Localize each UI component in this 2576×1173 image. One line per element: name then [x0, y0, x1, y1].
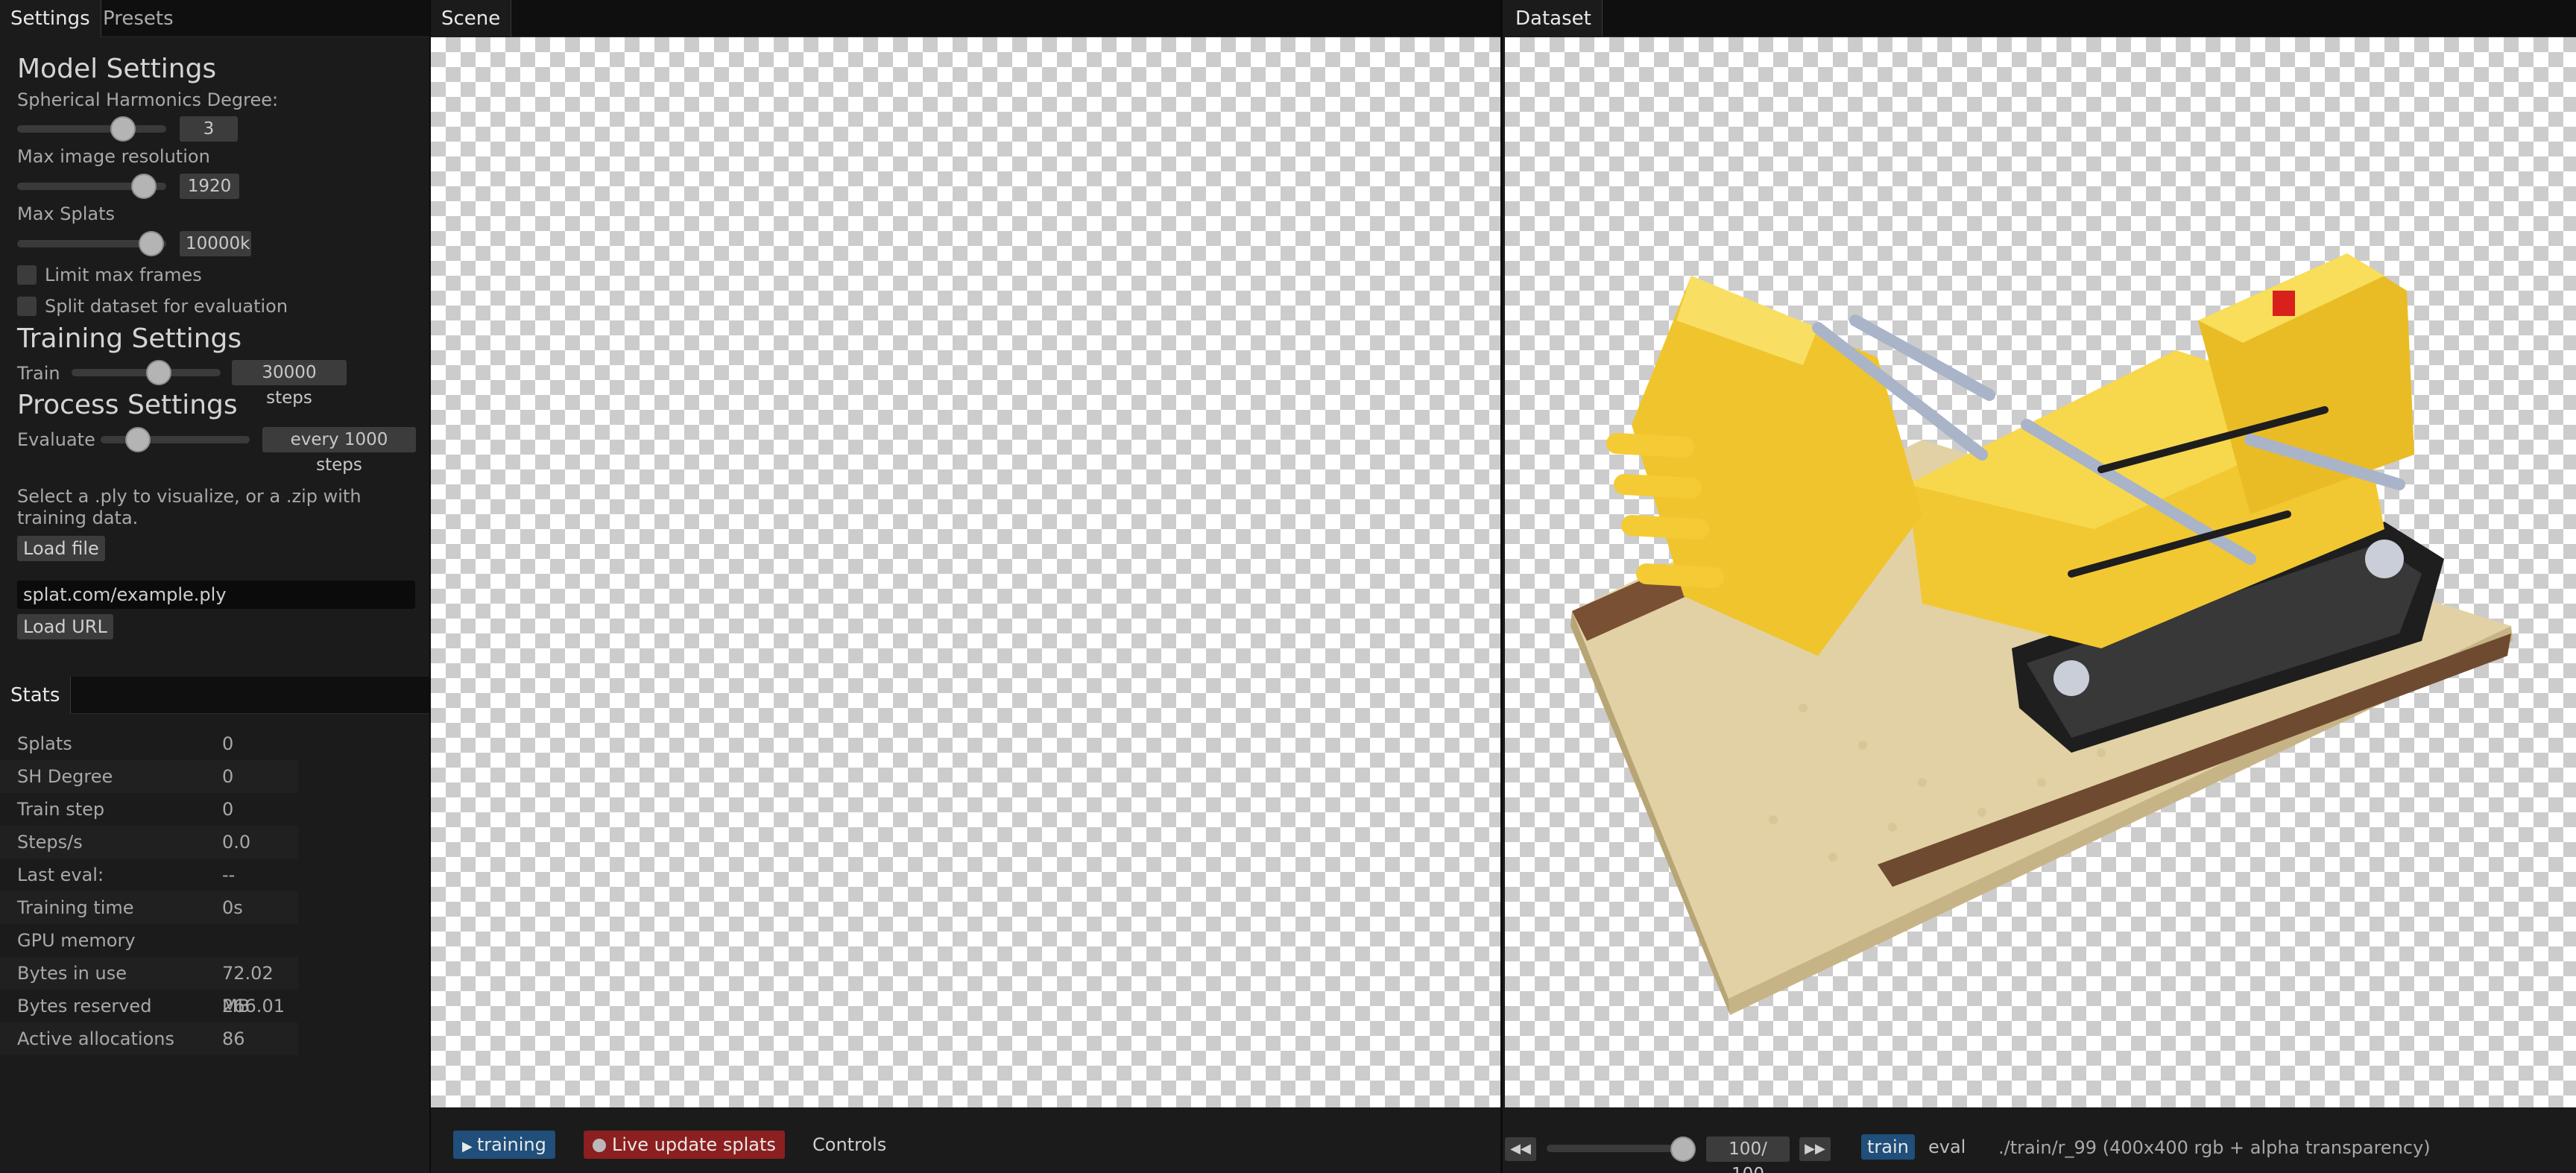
evaluate-slider[interactable]: [101, 436, 250, 443]
stats-row: Steps/s 0.0: [0, 826, 298, 859]
stats-tabbar: Stats: [0, 677, 429, 714]
model-settings-heading: Model Settings: [17, 54, 217, 84]
live-update-toggle[interactable]: Live update splats: [584, 1131, 785, 1159]
stat-name: Bytes reserved: [17, 996, 152, 1017]
live-update-label: Live update splats: [612, 1134, 776, 1155]
load-url-button[interactable]: Load URL: [17, 614, 113, 639]
stats-row: Active allocations 86: [0, 1022, 298, 1055]
sh-degree-slider-knob[interactable]: [110, 116, 136, 142]
train-slider-knob[interactable]: [145, 360, 171, 385]
max-res-label: Max image resolution: [17, 146, 210, 167]
left-tabbar: Settings Presets: [0, 0, 429, 37]
stats-row: Bytes reserved266.01 MB: [0, 990, 298, 1049]
max-splats-slider-knob[interactable]: [138, 231, 164, 256]
stat-name: GPU memory: [17, 930, 136, 951]
eval-split-tab[interactable]: eval: [1922, 1134, 1972, 1160]
max-res-slider-knob[interactable]: [130, 174, 157, 199]
stat-name: SH Degree: [17, 766, 113, 787]
evaluate-slider-knob[interactable]: [125, 427, 151, 452]
frame-counter[interactable]: 100/ 100: [1706, 1136, 1790, 1173]
stat-value: 0: [222, 766, 234, 787]
scene-bottom-bar: ▶ training Live update splats Controls: [431, 1107, 1500, 1173]
stats-row: Training time 0s: [0, 891, 298, 924]
split-dataset-checkbox[interactable]: [17, 297, 37, 316]
next-frame-button[interactable]: ▶▶: [1799, 1137, 1831, 1161]
image-info-label: ./train/r_99 (400x400 rgb + alpha transp…: [1998, 1137, 2431, 1158]
stat-name: Steps/s: [17, 832, 83, 853]
limit-frames-checkbox[interactable]: [17, 265, 37, 285]
stats-row: Bytes in use 72.02 MB: [0, 957, 298, 1017]
rewind-icon: ◀◀: [1510, 1141, 1531, 1157]
stat-name: Train step: [17, 799, 105, 820]
max-splats-label: Max Splats: [17, 203, 116, 224]
fast-forward-icon: ▶▶: [1805, 1141, 1825, 1157]
stat-value: 0: [222, 733, 234, 754]
scene-canvas[interactable]: [431, 37, 1500, 1107]
record-dot-icon: [593, 1139, 606, 1152]
dataset-bottom-bar: ◀◀ 100/ 100 ▶▶ train eval ./train/r_99 (…: [1505, 1107, 2576, 1173]
limit-frames-label[interactable]: Limit max frames: [45, 265, 202, 285]
tab-presets[interactable]: Presets: [92, 0, 184, 37]
left-panel: Settings Presets Model Settings Spherica…: [0, 0, 431, 1173]
max-res-value[interactable]: 1920: [180, 174, 239, 199]
training-toggle-button[interactable]: ▶ training: [453, 1131, 555, 1159]
stat-name: Splats: [17, 733, 72, 754]
stats-row: GPU memory: [0, 924, 298, 957]
stats-row: Train step 0: [0, 793, 298, 826]
stat-value: --: [222, 864, 236, 885]
stat-name: Active allocations: [17, 1028, 174, 1049]
url-input[interactable]: splat.com/example.ply: [17, 581, 415, 609]
scene-tabbar: Scene: [431, 0, 1500, 37]
train-label: Train: [17, 363, 60, 384]
load-file-button[interactable]: Load file: [17, 536, 105, 561]
stat-value: 0.0: [222, 832, 251, 853]
max-splats-value[interactable]: 10000k: [180, 231, 251, 256]
stats-row: Splats 0: [0, 727, 298, 760]
load-help-text: Select a .ply to visualize, or a .zip wi…: [17, 486, 362, 528]
sh-degree-slider[interactable]: [17, 125, 166, 133]
evaluate-label: Evaluate: [17, 429, 95, 450]
controls-button[interactable]: Controls: [804, 1131, 895, 1159]
stat-value: 86: [222, 1028, 245, 1049]
tab-settings[interactable]: Settings: [0, 0, 101, 37]
stats-row: SH Degree 0: [0, 760, 298, 793]
tab-dataset[interactable]: Dataset: [1505, 0, 1603, 37]
training-settings-heading: Training Settings: [17, 323, 242, 354]
stat-name: Training time: [17, 897, 134, 918]
sh-degree-value[interactable]: 3: [180, 116, 238, 142]
play-icon: ▶: [462, 1139, 473, 1154]
frame-slider-knob[interactable]: [1670, 1136, 1696, 1162]
dataset-panel: Dataset ◀◀ 100/ ▶▶ train eval ./train/r_…: [1505, 0, 2576, 1173]
sh-degree-label: Spherical Harmonics Degree:: [17, 89, 279, 110]
training-label: training: [476, 1134, 546, 1155]
stat-value: 0s: [222, 897, 243, 918]
train-steps-value[interactable]: 30000 steps: [232, 360, 347, 408]
tab-scene[interactable]: Scene: [431, 0, 512, 37]
stat-name: Bytes in use: [17, 963, 127, 984]
process-settings-heading: Process Settings: [17, 390, 238, 420]
split-dataset-label[interactable]: Split dataset for evaluation: [45, 296, 288, 317]
previous-frame-button[interactable]: ◀◀: [1505, 1137, 1536, 1161]
evaluate-interval-value[interactable]: every 1000 steps: [262, 427, 416, 475]
dataset-tabbar: Dataset: [1505, 0, 2576, 37]
lego-bulldozer-image: [1570, 253, 2513, 1015]
stats-row: Last eval: --: [0, 859, 298, 891]
tab-stats[interactable]: Stats: [0, 677, 72, 714]
scene-panel: Scene ▶ training Live update splats Contr…: [431, 0, 1503, 1173]
stat-name: Last eval:: [17, 864, 104, 885]
train-split-tab[interactable]: train: [1861, 1134, 1915, 1160]
dataset-image-canvas[interactable]: [1505, 37, 2576, 1107]
stat-value: 0: [222, 799, 234, 820]
